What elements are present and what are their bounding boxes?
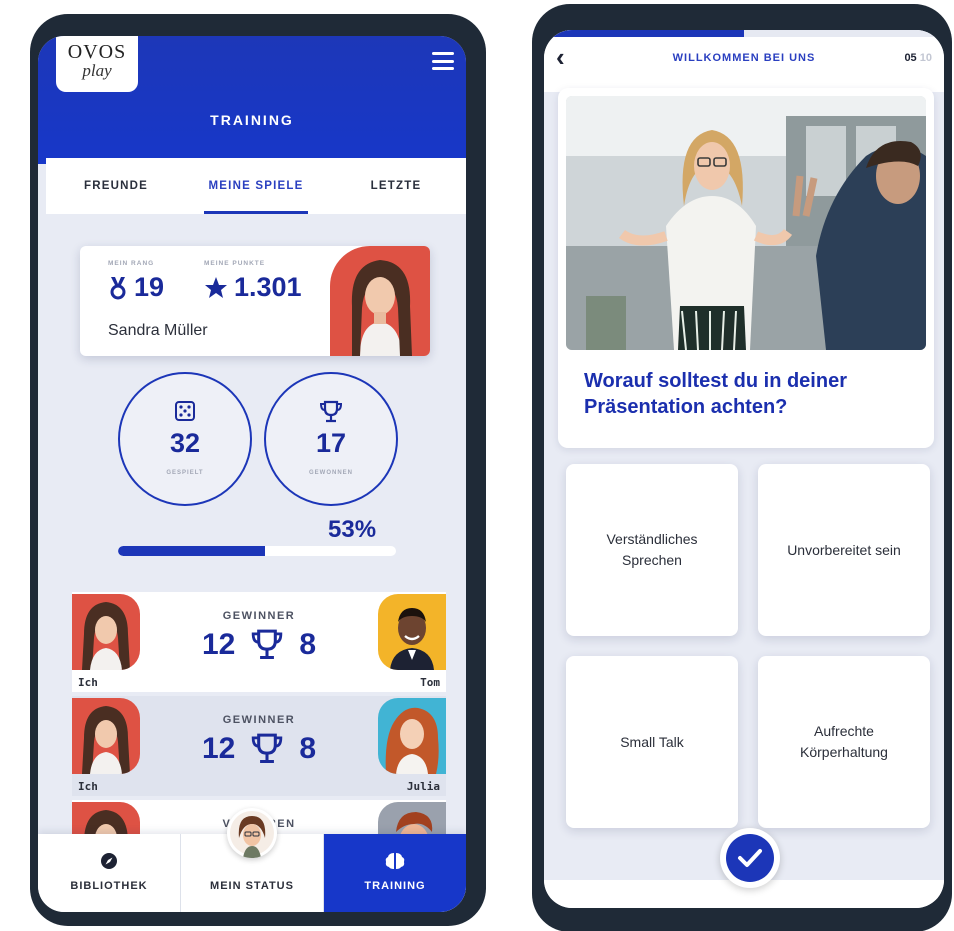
answer-option[interactable]: Verständliches Sprechen [566, 464, 738, 636]
win-rate-text: 53% [328, 516, 377, 543]
played-value: 32 [169, 428, 201, 458]
player-name: Ich [78, 676, 98, 689]
question-card: Worauf solltest du in deiner Präsentatio… [558, 88, 934, 448]
trophy-icon [252, 733, 283, 763]
profile-card[interactable]: MEIN RANG MEINE PUNKTE 19 1.301 Sandra M… [80, 246, 430, 356]
won-label: GEWONNEN [309, 470, 353, 476]
user-name: Sandra Müller [108, 322, 208, 339]
trophy-icon [319, 400, 343, 423]
answer-option[interactable]: Unvorbereitet sein [758, 464, 930, 636]
medal-icon [110, 276, 126, 299]
question-counter: 05 10 [904, 52, 932, 64]
win-rate-fill [118, 546, 266, 556]
tab-bar: FREUNDE MEINE SPIELE LETZTE [46, 158, 466, 214]
phone-left: OVOS play TRAINING FREUNDE MEINE SPIELE … [30, 14, 486, 926]
score-right: 8 [299, 628, 317, 661]
nav-label: TRAINING [364, 880, 426, 892]
answer-option[interactable]: Small Talk [566, 656, 738, 828]
points-label: MEINE PUNKTE [204, 260, 266, 267]
answer-option[interactable]: Aufrechte Körperhaltung [758, 656, 930, 828]
quiz-title: WILLKOMMEN BEI UNS [672, 52, 816, 64]
quiz-header: ‹ WILLKOMMEN BEI UNS 05 10 [544, 30, 944, 92]
points-display: 1.301 [204, 272, 302, 303]
counter-current: 05 [904, 52, 917, 64]
confirm-button[interactable] [720, 828, 780, 888]
nav-training[interactable]: TRAINING [323, 834, 466, 912]
quiz-progress-bar [544, 30, 944, 37]
logo-sub: play [82, 61, 112, 80]
nav-mein-status[interactable]: MEIN STATUS [180, 808, 323, 912]
logo-word: OVOS [67, 41, 127, 63]
dice-icon [175, 401, 195, 421]
won-stat: 17 GEWONNEN [264, 372, 398, 506]
tab-letzte[interactable]: LETZTE [326, 158, 466, 214]
played-label: GESPIELT [166, 470, 204, 476]
tab-freunde[interactable]: FREUNDE [46, 158, 186, 214]
ovos-play-logo[interactable]: OVOS play [56, 36, 138, 92]
hamburger-menu-icon[interactable] [432, 52, 454, 70]
opponent-avatar [378, 594, 446, 670]
nav-label: BIBLIOTHEK [70, 880, 148, 892]
nav-label: MEIN STATUS [210, 880, 294, 892]
opponent-name: Tom [420, 676, 440, 689]
won-value: 17 [315, 428, 347, 458]
score-left: 12 [201, 732, 236, 765]
match-row[interactable]: GEWINNER 12 8 [72, 592, 446, 692]
trophy-icon [252, 629, 283, 659]
win-rate-bar [118, 546, 396, 556]
score-right: 8 [299, 732, 317, 765]
score-left: 12 [201, 628, 236, 661]
question-photo [566, 96, 926, 350]
quiz-progress-fill [544, 30, 744, 37]
checkmark-icon [738, 849, 762, 867]
points-value: 1.301 [234, 272, 302, 302]
tab-meine-spiele[interactable]: MEINE SPIELE [186, 158, 326, 214]
confirm-inner [726, 834, 774, 882]
phone-right: ‹ WILLKOMMEN BEI UNS 05 10 Worauf sollte… [532, 4, 952, 931]
user-avatar [330, 246, 430, 356]
match-row[interactable]: GEWINNER 12 8 [72, 696, 446, 796]
avatar [227, 808, 277, 858]
rank-value: 19 [134, 272, 165, 302]
counter-total: 10 [919, 52, 932, 64]
opponent-name: Julia [406, 780, 440, 793]
brain-icon [385, 853, 405, 869]
bottom-navigation: BIBLIOTHEK MEIN STATUS TRAINING [38, 808, 466, 912]
star-icon [205, 276, 227, 298]
nav-bibliothek[interactable]: BIBLIOTHEK [38, 834, 180, 912]
rank-display: 19 [108, 272, 164, 303]
played-stat: 32 GESPIELT [118, 372, 252, 506]
opponent-avatar [378, 698, 446, 774]
page-title: TRAINING [210, 112, 294, 128]
app-header: OVOS play TRAINING [38, 36, 466, 164]
quiz-screen: ‹ WILLKOMMEN BEI UNS 05 10 Worauf sollte… [544, 30, 944, 908]
rank-label: MEIN RANG [108, 260, 155, 267]
app-showcase: OVOS play TRAINING FREUNDE MEINE SPIELE … [0, 0, 954, 931]
compass-icon [101, 853, 117, 869]
player-name: Ich [78, 780, 98, 793]
question-text: Worauf solltest du in deiner Präsentatio… [584, 370, 847, 418]
training-screen: OVOS play TRAINING FREUNDE MEINE SPIELE … [38, 36, 466, 912]
